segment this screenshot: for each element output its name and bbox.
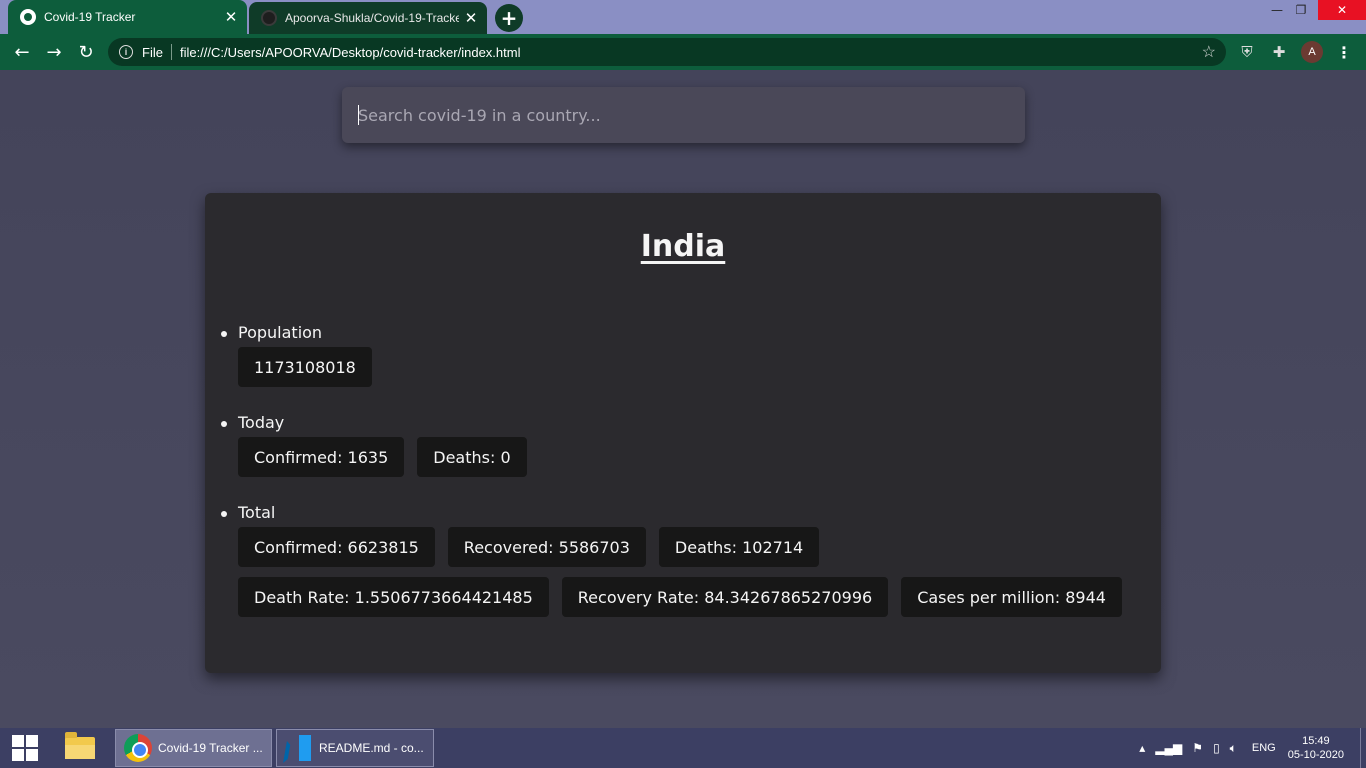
clock-time: 15:49 bbox=[1302, 735, 1330, 747]
system-tray: ▴ ▂▄▆ ⚑ ▯ 🔈︎ ENG 15:49 05-10-2020 bbox=[1134, 728, 1366, 768]
close-window-button[interactable]: ✕ bbox=[1318, 0, 1366, 20]
flag-icon[interactable]: ⚑ bbox=[1192, 741, 1203, 755]
today-confirmed: Confirmed: 1635 bbox=[238, 437, 405, 477]
total-confirmed: Confirmed: 6623815 bbox=[238, 527, 435, 567]
folder-icon bbox=[65, 732, 95, 759]
today-label: Today bbox=[221, 413, 1138, 432]
country-search-input[interactable] bbox=[342, 87, 1025, 143]
file-explorer-button[interactable] bbox=[63, 732, 97, 764]
start-button[interactable] bbox=[0, 728, 50, 768]
tab-title: Covid-19 Tracker bbox=[44, 10, 136, 24]
browser-toolbar: ← → ↻ i File file:///C:/Users/APOORVA/De… bbox=[0, 34, 1366, 70]
country-title: India bbox=[640, 229, 726, 264]
scheme-label: File bbox=[142, 44, 163, 60]
globe-icon bbox=[20, 9, 36, 25]
url-text[interactable]: file:///C:/Users/APOORVA/Desktop/covid-t… bbox=[180, 45, 521, 60]
info-icon[interactable]: i bbox=[119, 45, 133, 59]
clock-date: 05-10-2020 bbox=[1287, 749, 1344, 761]
kebab-menu-icon[interactable]: ⋮ bbox=[1334, 42, 1354, 62]
taskbar-vscode-window[interactable]: README.md - co... bbox=[276, 729, 434, 767]
taskbar-item-label: Covid-19 Tracker ... bbox=[158, 741, 263, 755]
back-button[interactable]: ← bbox=[6, 36, 38, 68]
close-tab-icon[interactable]: ✕ bbox=[459, 9, 483, 27]
total-recovered: Recovered: 5586703 bbox=[447, 527, 646, 567]
tab-github-repo[interactable]: Apoorva-Shukla/Covid-19-Tracker ✕ bbox=[249, 2, 487, 34]
taskbar: Covid-19 Tracker ... README.md - co... ▴… bbox=[0, 728, 1366, 768]
tab-strip: Covid-19 Tracker ✕ Apoorva-Shukla/Covid-… bbox=[0, 0, 1366, 34]
tab-title: Apoorva-Shukla/Covid-19-Tracker bbox=[285, 11, 459, 25]
tab-covid-tracker[interactable]: Covid-19 Tracker ✕ bbox=[8, 0, 247, 34]
cases-per-million: Cases per million: 8944 bbox=[901, 577, 1122, 617]
divider bbox=[170, 44, 172, 60]
total-section: Total Confirmed: 6623815 Recovered: 5586… bbox=[221, 503, 1138, 617]
restore-button[interactable]: ❐ bbox=[1284, 0, 1318, 20]
profile-avatar[interactable]: A bbox=[1301, 41, 1323, 63]
chrome-icon bbox=[124, 734, 152, 762]
recovery-rate: Recovery Rate: 84.34267865270996 bbox=[561, 577, 889, 617]
shield-extension-icon[interactable]: ⛨ bbox=[1236, 42, 1258, 62]
population-label: Population bbox=[221, 323, 1138, 342]
population-section: Population 1173108018 bbox=[221, 323, 1138, 387]
volume-icon[interactable]: 🔈︎ bbox=[1230, 741, 1237, 756]
new-tab-button[interactable]: + bbox=[495, 4, 523, 32]
today-section: Today Confirmed: 1635 Deaths: 0 bbox=[221, 413, 1138, 477]
text-caret bbox=[358, 105, 359, 125]
close-tab-icon[interactable]: ✕ bbox=[219, 8, 243, 26]
clock[interactable]: 15:49 05-10-2020 bbox=[1288, 734, 1344, 762]
github-icon bbox=[261, 10, 277, 26]
battery-icon[interactable]: ▯ bbox=[1213, 741, 1220, 755]
vscode-icon bbox=[283, 733, 313, 763]
total-deaths: Deaths: 102714 bbox=[658, 527, 820, 567]
death-rate: Death Rate: 1.5506773664421485 bbox=[238, 577, 549, 617]
show-desktop-button[interactable] bbox=[1360, 728, 1366, 768]
taskbar-item-label: README.md - co... bbox=[319, 741, 424, 755]
bookmark-star-icon[interactable]: ☆ bbox=[1202, 42, 1216, 62]
address-bar[interactable]: i File file:///C:/Users/APOORVA/Desktop/… bbox=[108, 38, 1226, 66]
page-content: India Population 1173108018 Today Confir… bbox=[0, 70, 1366, 728]
windows-icon bbox=[12, 735, 38, 761]
chevron-up-icon[interactable]: ▴ bbox=[1139, 741, 1145, 755]
population-value: 1173108018 bbox=[238, 347, 372, 387]
today-deaths: Deaths: 0 bbox=[417, 437, 527, 477]
forward-button[interactable]: → bbox=[38, 36, 70, 68]
extensions-puzzle-icon[interactable]: ✚ bbox=[1268, 42, 1290, 62]
language-indicator[interactable]: ENG bbox=[1252, 742, 1276, 754]
network-signal-icon[interactable]: ▂▄▆ bbox=[1155, 741, 1182, 755]
country-stats-card: India Population 1173108018 Today Confir… bbox=[205, 193, 1161, 673]
reload-button[interactable]: ↻ bbox=[70, 36, 102, 68]
taskbar-chrome-window[interactable]: Covid-19 Tracker ... bbox=[115, 729, 272, 767]
total-label: Total bbox=[221, 503, 1138, 522]
